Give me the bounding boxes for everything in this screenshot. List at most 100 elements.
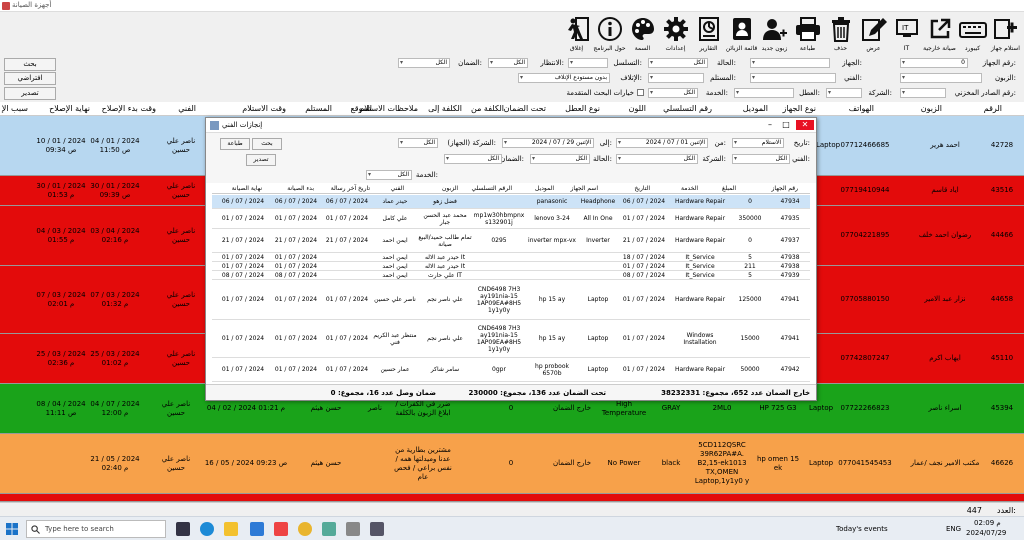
col-reason[interactable]: سبب الإ xyxy=(2,104,28,113)
clock-date[interactable]: 2024/07/29 xyxy=(966,529,1006,537)
dialog-print-button[interactable]: طباعة xyxy=(220,138,250,150)
col-receiver[interactable]: المستلم xyxy=(305,104,332,113)
col-cost-to[interactable]: الكلفة إلى xyxy=(428,104,462,113)
taskbar-search[interactable]: Type here to search xyxy=(26,520,166,538)
dialog-table-row[interactable]: 47941 15000 Windows Installation 01 / 07 / … xyxy=(212,320,810,358)
dialog-export-button[interactable]: تصدير xyxy=(246,154,276,166)
service-select[interactable]: الكل xyxy=(648,88,698,98)
col-cost-from[interactable]: الكلفة من xyxy=(471,104,504,113)
dialog-table-row[interactable]: 47937 0 Hardware Repair 21 / 07 / 2024 Inver… xyxy=(212,229,810,253)
app-icon-green[interactable] xyxy=(322,522,336,536)
task-view-icon[interactable] xyxy=(176,522,190,536)
dialog-table-row[interactable]: 47938 211 It_Service 01 / 07 / 2024 حيدر عبد… xyxy=(212,262,810,271)
printer-icon xyxy=(795,17,820,41)
dialog-from-date[interactable]: الإثنين 01 / 07 / 2024 xyxy=(616,138,708,148)
dialog-to-date[interactable]: الإثنين 29 / 07 / 2024 xyxy=(502,138,594,148)
default-button[interactable]: افتراضي xyxy=(4,72,56,85)
col-end[interactable]: نهاية الإصلاح xyxy=(49,104,90,113)
sequence-input[interactable] xyxy=(568,58,608,68)
dialog-date-type-select[interactable]: الاستلام xyxy=(732,138,784,148)
delete-button[interactable]: حذف xyxy=(824,12,857,56)
table-row[interactable]: 46626 مكتب الامير نجف /عمار 077041545453… xyxy=(0,434,1024,494)
col-type[interactable]: نوع الجهاز xyxy=(783,104,817,113)
warranty-select[interactable]: الكل xyxy=(398,58,450,68)
cell-serial xyxy=(472,195,526,208)
dialog-date-label: تاريخ: xyxy=(793,139,810,147)
device-select[interactable] xyxy=(750,58,830,68)
language-indicator[interactable]: ENG xyxy=(946,525,961,533)
external-repair-button[interactable]: صيانة خارجية xyxy=(923,12,956,56)
export-button[interactable]: تصدير xyxy=(4,87,56,100)
contacts-icon xyxy=(732,18,751,40)
dialog-search-button[interactable]: بحث xyxy=(252,138,282,150)
col-warranty[interactable]: تحت الضمان xyxy=(504,104,546,113)
dialog-table-row[interactable]: 47941 125000 Hardware Repair 01 / 07 / 2024… xyxy=(212,280,810,320)
about-button[interactable]: حول البرنامج xyxy=(593,12,626,56)
company-select[interactable] xyxy=(826,88,862,98)
dialog-table-row[interactable]: 47939 5 It_Service 08 / 07 / 2024 علي حارث I… xyxy=(212,271,810,280)
customers-list-button[interactable]: قائمة الزبائن xyxy=(725,12,758,56)
chrome-icon[interactable] xyxy=(298,522,312,536)
info-icon xyxy=(597,17,622,41)
table-row[interactable] xyxy=(0,494,1024,502)
app-icon-red[interactable] xyxy=(274,522,288,536)
settings-button[interactable]: إعدادات xyxy=(659,12,692,56)
keyboard-button[interactable]: كيبورد xyxy=(956,12,989,56)
file-explorer-icon[interactable] xyxy=(224,522,238,536)
app-icon-gray[interactable] xyxy=(346,522,360,536)
dialog-table-row[interactable]: 47942 50000 Hardware Repair 01 / 07 / 2024 L… xyxy=(212,358,810,382)
receiver-select[interactable] xyxy=(648,73,704,83)
col-recv-time[interactable]: وقت الاستلام xyxy=(242,104,286,113)
print-button[interactable]: طباعة xyxy=(791,12,824,56)
fault-select[interactable] xyxy=(734,88,794,98)
it-button[interactable]: IT IT xyxy=(890,12,923,56)
close-app-button[interactable]: إغلاق xyxy=(560,12,593,56)
clock-time[interactable]: 02:09 م xyxy=(974,519,1001,527)
receive-device-button[interactable]: استلام جهاز xyxy=(989,12,1022,56)
news-widget[interactable]: Today's events xyxy=(836,525,888,533)
col-location[interactable]: الموقع xyxy=(351,104,373,113)
col-start[interactable]: وقت بدء الإصلاح xyxy=(102,104,156,113)
maximize-icon[interactable]: □ xyxy=(780,120,792,130)
col-serial[interactable]: رقم التسلسلي xyxy=(663,104,712,113)
theme-button[interactable]: السمة xyxy=(626,12,659,56)
col-model[interactable]: الموديل xyxy=(743,104,768,113)
col-phone[interactable]: الهواتف xyxy=(849,104,874,113)
dialog-company-device-select[interactable]: الكل xyxy=(398,138,438,148)
customer-input[interactable] xyxy=(900,73,982,83)
cell-msg xyxy=(322,262,372,270)
dialog-technician-select[interactable]: الكل xyxy=(732,154,790,164)
dialog-status-select[interactable]: الكل xyxy=(530,154,590,164)
cell-customer: علي ناصر نجم xyxy=(427,335,463,342)
internal-no-input[interactable] xyxy=(900,88,946,98)
col-fault[interactable]: نوع العطل xyxy=(565,104,600,113)
store-icon[interactable] xyxy=(250,522,264,536)
maintenance-app-icon[interactable] xyxy=(370,522,384,536)
technician-select[interactable] xyxy=(750,73,836,83)
wait-select[interactable]: الكل xyxy=(488,58,528,68)
close-icon[interactable]: ✕ xyxy=(796,120,814,130)
cell-service: It_Service xyxy=(685,253,715,261)
edge-browser-icon[interactable] xyxy=(200,522,214,536)
status-select[interactable]: الكل xyxy=(648,58,708,68)
reports-button[interactable]: التقارير xyxy=(692,12,725,56)
col-customer[interactable]: الزبون xyxy=(921,104,942,113)
col-tech[interactable]: الفني xyxy=(178,104,196,113)
dialog-service-select[interactable]: الكل xyxy=(366,170,412,180)
col-num[interactable]: الرقم xyxy=(984,104,1002,113)
cell-date: 06 / 07 / 2024 xyxy=(622,198,666,205)
minimize-icon[interactable]: – xyxy=(764,120,776,130)
dialog-warranty-select[interactable]: الكل xyxy=(444,154,502,164)
col-color[interactable]: اللون xyxy=(629,104,646,113)
dialog-table-row[interactable]: 47934 0 Hardware Repair 06 / 07 / 2024 Headp… xyxy=(212,195,810,209)
view-button[interactable]: عرض xyxy=(857,12,890,56)
search-button[interactable]: بحث xyxy=(4,58,56,71)
dialog-company-select[interactable]: الكل xyxy=(616,154,698,164)
new-customer-button[interactable]: زبون جديد xyxy=(758,12,791,56)
dialog-table-row[interactable]: 47935 350000 Hardware Repair 01 / 07 / 2024… xyxy=(212,209,810,229)
advanced-search-checkbox[interactable] xyxy=(637,89,644,96)
destroy-select[interactable]: بدون مستودع الإتلاف xyxy=(518,73,610,83)
dialog-table-row[interactable]: 47938 5 It_Service 18 / 07 / 2024 حيدر عبد ا… xyxy=(212,253,810,262)
device-no-input[interactable]: 0 xyxy=(900,58,968,68)
windows-start-icon[interactable] xyxy=(6,523,18,535)
